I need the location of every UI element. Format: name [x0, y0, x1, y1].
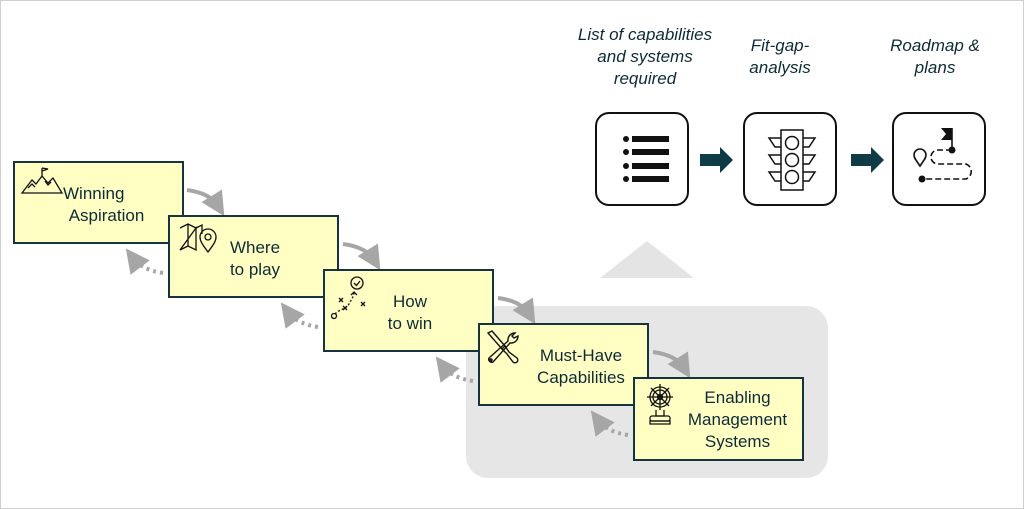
process-arrows — [700, 147, 884, 173]
arrow-right-2 — [851, 147, 884, 173]
arrow-right-1 — [700, 147, 733, 173]
